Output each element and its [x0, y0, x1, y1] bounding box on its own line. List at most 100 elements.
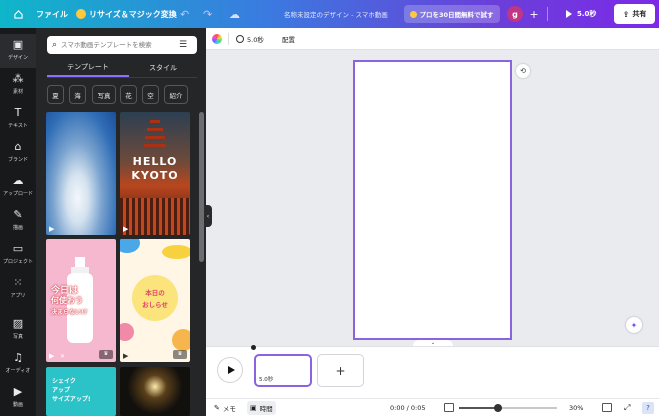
photos-icon: ▨: [12, 317, 24, 330]
timeline-clip[interactable]: 5.0秒: [254, 354, 312, 387]
page-grid-icon[interactable]: [602, 403, 612, 412]
kyoto-title-line: HELLO: [132, 155, 178, 168]
rail-item-elements[interactable]: ⁂ 素材: [0, 68, 36, 102]
panel-scrollbar[interactable]: [199, 112, 204, 412]
chip-sea[interactable]: 海: [69, 85, 86, 104]
arrange-button[interactable]: 配置: [282, 28, 295, 50]
avatar[interactable]: g: [507, 6, 523, 22]
duration-button[interactable]: 5.0秒: [236, 28, 264, 50]
status-bar: ✎ メモ ▣ 時間 0:00 / 0:05 30% ⤢ ?: [206, 398, 659, 416]
chip-intro[interactable]: 紹介: [164, 85, 188, 104]
elements-icon: ⁂: [12, 72, 24, 85]
pro-trial-button[interactable]: プロを30日間無料で試す: [404, 5, 500, 23]
undo-icon[interactable]: ↶: [180, 0, 189, 28]
cloud-save-icon[interactable]: ☁: [229, 0, 240, 28]
search-icon: ⌕: [52, 40, 58, 50]
notes-button[interactable]: ✎ メモ: [214, 399, 236, 416]
zoom-slider[interactable]: [459, 404, 557, 412]
chip-summer[interactable]: 夏: [47, 85, 64, 104]
fullscreen-icon[interactable]: ⤢: [624, 399, 630, 416]
notes-label: メモ: [222, 405, 236, 413]
bottle-text-line: 決まらない!?: [51, 309, 88, 316]
tab-styles[interactable]: スタイル: [129, 59, 197, 77]
rail-item-apps[interactable]: ⁙ アプリ: [0, 272, 36, 306]
rail-item-photos[interactable]: ▨ 写真: [0, 313, 36, 347]
home-icon[interactable]: [4, 0, 32, 28]
play-icon: [566, 10, 572, 18]
color-picker-icon[interactable]: [212, 34, 222, 44]
scrollbar-thumb[interactable]: [199, 112, 204, 262]
zoom-level[interactable]: 30%: [569, 399, 583, 416]
decor-shape: [120, 239, 140, 253]
left-rail: ▣ デザイン ⁂ 素材 T テキスト ⌂ ブランド ☁ アップロード ✎ 描画 …: [0, 28, 36, 416]
redo-icon[interactable]: ↷: [203, 0, 212, 28]
zoom-slider-fill: [459, 407, 499, 409]
template-search[interactable]: ⌕ ☰: [47, 36, 197, 54]
resize-label: リサイズ＆マジック変換: [89, 9, 177, 19]
video-icon: ▶: [13, 385, 23, 398]
rail-item-design[interactable]: ▣ デザイン: [0, 34, 36, 68]
play-icon: ▶: [49, 352, 55, 360]
file-menu[interactable]: ファイル: [36, 0, 68, 28]
fit-page-icon[interactable]: [444, 403, 454, 412]
tab-templates[interactable]: テンプレート: [47, 59, 129, 77]
pro-trial-label: プロを30日間無料で試す: [419, 11, 494, 19]
clock-icon: [236, 35, 244, 43]
template-thumb-shake[interactable]: シェイク アップ サイズアップ!: [46, 367, 116, 416]
chip-sky[interactable]: 空: [142, 85, 159, 104]
template-thumb-kyoto[interactable]: HELLO KYOTO ▶: [120, 112, 190, 235]
rail-item-text[interactable]: T テキスト: [0, 102, 36, 136]
rail-item-video[interactable]: ▶ 動画: [0, 381, 36, 415]
share-icon: ⇪: [622, 9, 630, 19]
add-collaborator-icon[interactable]: +: [526, 6, 542, 22]
play-icon: ▶: [49, 225, 55, 233]
playback-counter: 0:00 / 0:05: [390, 404, 426, 412]
template-panel: ⌕ ☰ テンプレート スタイル 夏 海 写真 花 空 紹介 ▶ HELLO KY…: [36, 28, 206, 416]
shake-text-line: アップ: [52, 387, 71, 394]
bottle-text-line: 何使おう: [51, 296, 83, 305]
design-page[interactable]: [353, 60, 512, 340]
play-icon: ▶: [123, 352, 129, 360]
play-icon: ▶: [123, 225, 129, 233]
add-page-button[interactable]: +: [317, 354, 364, 387]
shake-text-line: シェイク: [52, 378, 76, 385]
duration-label: 5.0秒: [247, 36, 264, 44]
decor-shape: [162, 245, 190, 259]
present-button[interactable]: 5.0秒: [566, 0, 596, 28]
timer-button[interactable]: ▣ 時間: [247, 401, 276, 415]
chip-photo[interactable]: 写真: [92, 85, 116, 104]
timer-icon: ▣: [250, 404, 257, 412]
play-button[interactable]: [218, 358, 242, 382]
notice-text-line: おしらせ: [142, 301, 168, 309]
template-thumb-bottle[interactable]: 今日は 何使おう 決まらない!? ▶ ✕ ♛: [46, 239, 116, 362]
document-title[interactable]: 名称未設定のデザイン - スマホ動画: [284, 0, 388, 28]
keyword-chips: 夏 海 写真 花 空 紹介: [47, 85, 197, 104]
rail-item-audio[interactable]: ♫ オーディオ: [0, 347, 36, 381]
timer-label: 時間: [259, 405, 273, 413]
template-thumb-sparkle[interactable]: [120, 367, 190, 416]
template-thumb-sky[interactable]: ▶: [46, 112, 116, 235]
rail-item-brand[interactable]: ⌂ ブランド: [0, 136, 36, 170]
share-button[interactable]: ⇪ 共有: [614, 4, 655, 24]
decor-circle: [132, 275, 178, 321]
resize-button[interactable]: リサイズ＆マジック変換: [76, 0, 177, 28]
rail-item-project[interactable]: ▭ プロジェクト: [0, 238, 36, 272]
crown-icon: [76, 9, 86, 19]
collapse-panel-button[interactable]: ‹: [204, 205, 212, 227]
help-icon[interactable]: ?: [642, 402, 654, 414]
clip-duration: 5.0秒: [259, 377, 274, 383]
rail-item-upload[interactable]: ☁ アップロード: [0, 170, 36, 204]
rail-item-draw[interactable]: ✎ 描画: [0, 204, 36, 238]
chip-flower[interactable]: 花: [120, 85, 137, 104]
add-note-icon[interactable]: ⟲: [516, 64, 530, 78]
zoom-slider-knob[interactable]: [494, 404, 503, 412]
kyoto-title-line: KYOTO: [131, 169, 179, 182]
playhead-marker[interactable]: [251, 345, 256, 350]
filter-icon[interactable]: ☰: [179, 40, 187, 50]
magic-assistant-icon[interactable]: ✦: [626, 317, 642, 333]
search-input[interactable]: [61, 41, 180, 49]
template-thumb-notice[interactable]: 本日の おしらせ ▶ ♛: [120, 239, 190, 362]
divider: [228, 33, 229, 45]
divider: [547, 7, 548, 21]
premium-badge-icon: ♛: [173, 350, 187, 359]
